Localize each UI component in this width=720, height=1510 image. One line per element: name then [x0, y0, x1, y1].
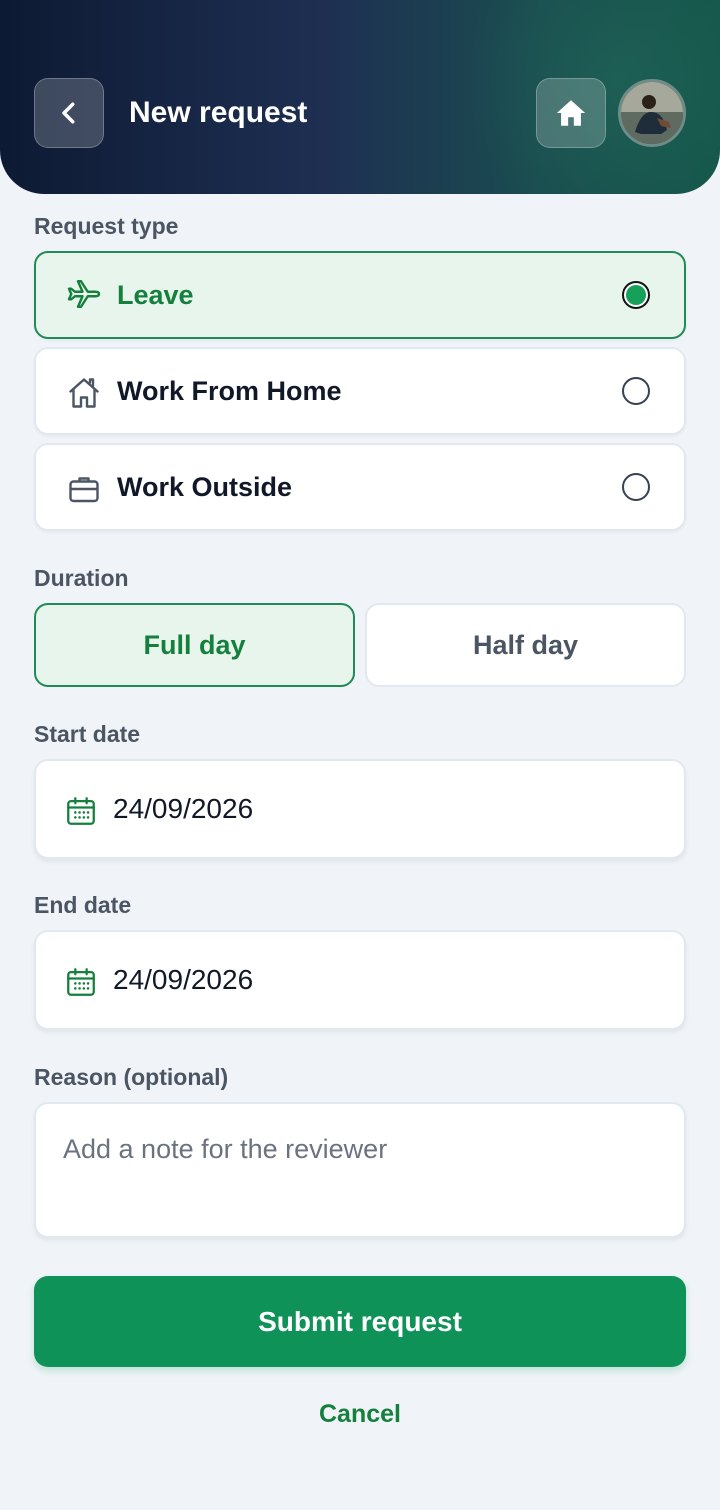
- calendar-icon: [67, 797, 95, 825]
- request-type-work-from-home-label: Work From Home: [117, 375, 342, 406]
- house-icon: [69, 378, 99, 408]
- back-button[interactable]: [34, 78, 104, 148]
- cancel-link[interactable]: Cancel: [0, 1400, 720, 1429]
- airplane-icon: [67, 280, 101, 308]
- person-photo-icon: [621, 82, 683, 144]
- home-icon: [556, 100, 586, 126]
- chevron-left-icon: [62, 102, 75, 124]
- user-avatar[interactable]: [618, 79, 686, 147]
- end-date-label: End date: [34, 892, 132, 918]
- end-date-value: 24/09/2026: [113, 964, 254, 995]
- app-header: New request: [0, 0, 720, 194]
- submit-request-button[interactable]: Submit request: [34, 1276, 686, 1367]
- start-date-field[interactable]: 24/09/2026: [34, 759, 686, 859]
- reason-label: Reason (optional): [34, 1064, 229, 1090]
- page-title: New request: [129, 96, 308, 129]
- start-date-value: 24/09/2026: [113, 793, 254, 824]
- home-button[interactable]: [536, 78, 606, 148]
- duration-label: Duration: [34, 565, 129, 591]
- duration-half-day-button[interactable]: Half day: [365, 603, 686, 687]
- calendar-icon: [67, 968, 95, 996]
- request-type-work-outside-label: Work Outside: [117, 471, 293, 502]
- request-type-label: Request type: [34, 213, 179, 239]
- leave-radio[interactable]: [622, 281, 650, 309]
- request-type-leave-label: Leave: [117, 279, 194, 310]
- duration-full-day-button[interactable]: Full day: [34, 603, 355, 687]
- request-type-work-from-home[interactable]: Work From Home: [34, 347, 686, 435]
- briefcase-icon: [69, 477, 99, 503]
- work-outside-radio[interactable]: [622, 473, 650, 501]
- end-date-field[interactable]: 24/09/2026: [34, 930, 686, 1030]
- reason-textarea[interactable]: [34, 1102, 686, 1238]
- start-date-label: Start date: [34, 721, 141, 747]
- request-type-work-outside[interactable]: Work Outside: [34, 443, 686, 531]
- request-type-leave[interactable]: Leave: [34, 251, 686, 339]
- work-from-home-radio[interactable]: [622, 377, 650, 405]
